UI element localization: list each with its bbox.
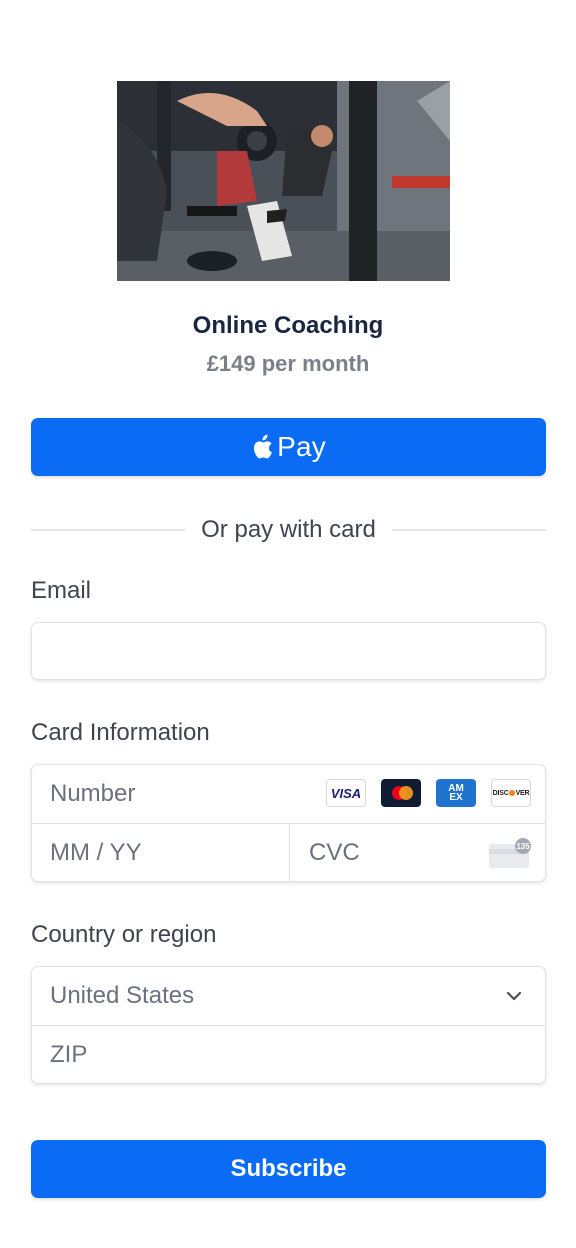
divider-line-left: [31, 529, 186, 531]
apple-pay-label: Pay: [277, 431, 326, 462]
divider-text: Or pay with card: [201, 516, 376, 543]
mastercard-icon: [381, 779, 421, 807]
cvc-card-icon: 135: [489, 838, 531, 868]
email-field-container: [31, 622, 546, 680]
country-label: Country or region: [31, 921, 217, 948]
card-brands: VISA AM EX DISC VER: [326, 779, 531, 807]
country-select[interactable]: United States: [32, 967, 545, 1026]
apple-pay-button[interactable]: Pay: [31, 418, 546, 476]
apple-logo-icon: [254, 434, 272, 459]
expiry-placeholder: MM / YY: [50, 839, 142, 866]
product-price: £149 per month: [206, 351, 370, 376]
email-input[interactable]: [32, 623, 545, 679]
amex-text-bottom: EX: [449, 792, 463, 803]
discover-icon: DISC VER: [491, 779, 531, 807]
card-information-group: Number VISA AM EX DISC VER MM / YY CVC 135: [31, 764, 546, 882]
card-number-field[interactable]: Number VISA AM EX DISC VER: [32, 765, 545, 824]
product-name: Online Coaching: [192, 312, 384, 339]
country-selected-value: United States: [50, 982, 195, 1009]
country-zip-group: United States ZIP: [31, 966, 546, 1084]
gym-photo-illustration: [117, 81, 450, 281]
card-expiry-cvc-row: MM / YY CVC 135: [32, 824, 545, 881]
expiry-input[interactable]: MM / YY: [32, 824, 290, 881]
or-divider: Or pay with card: [31, 514, 547, 546]
cvc-hint-text: 135: [516, 842, 530, 851]
product-image: [117, 81, 450, 281]
chevron-down-icon: [506, 991, 522, 1001]
visa-icon: VISA: [326, 779, 366, 807]
card-number-placeholder: Number: [50, 780, 136, 807]
cvc-input[interactable]: CVC 135: [290, 824, 545, 881]
divider-line-right: [391, 529, 547, 531]
zip-input[interactable]: ZIP: [32, 1026, 545, 1083]
zip-placeholder: ZIP: [50, 1041, 88, 1068]
cvc-placeholder: CVC: [309, 839, 360, 866]
email-label: Email: [31, 577, 92, 604]
card-info-label: Card Information: [31, 719, 210, 746]
visa-text: VISA: [330, 785, 362, 801]
subscribe-button[interactable]: Subscribe: [31, 1140, 546, 1198]
amex-icon: AM EX: [436, 779, 476, 807]
